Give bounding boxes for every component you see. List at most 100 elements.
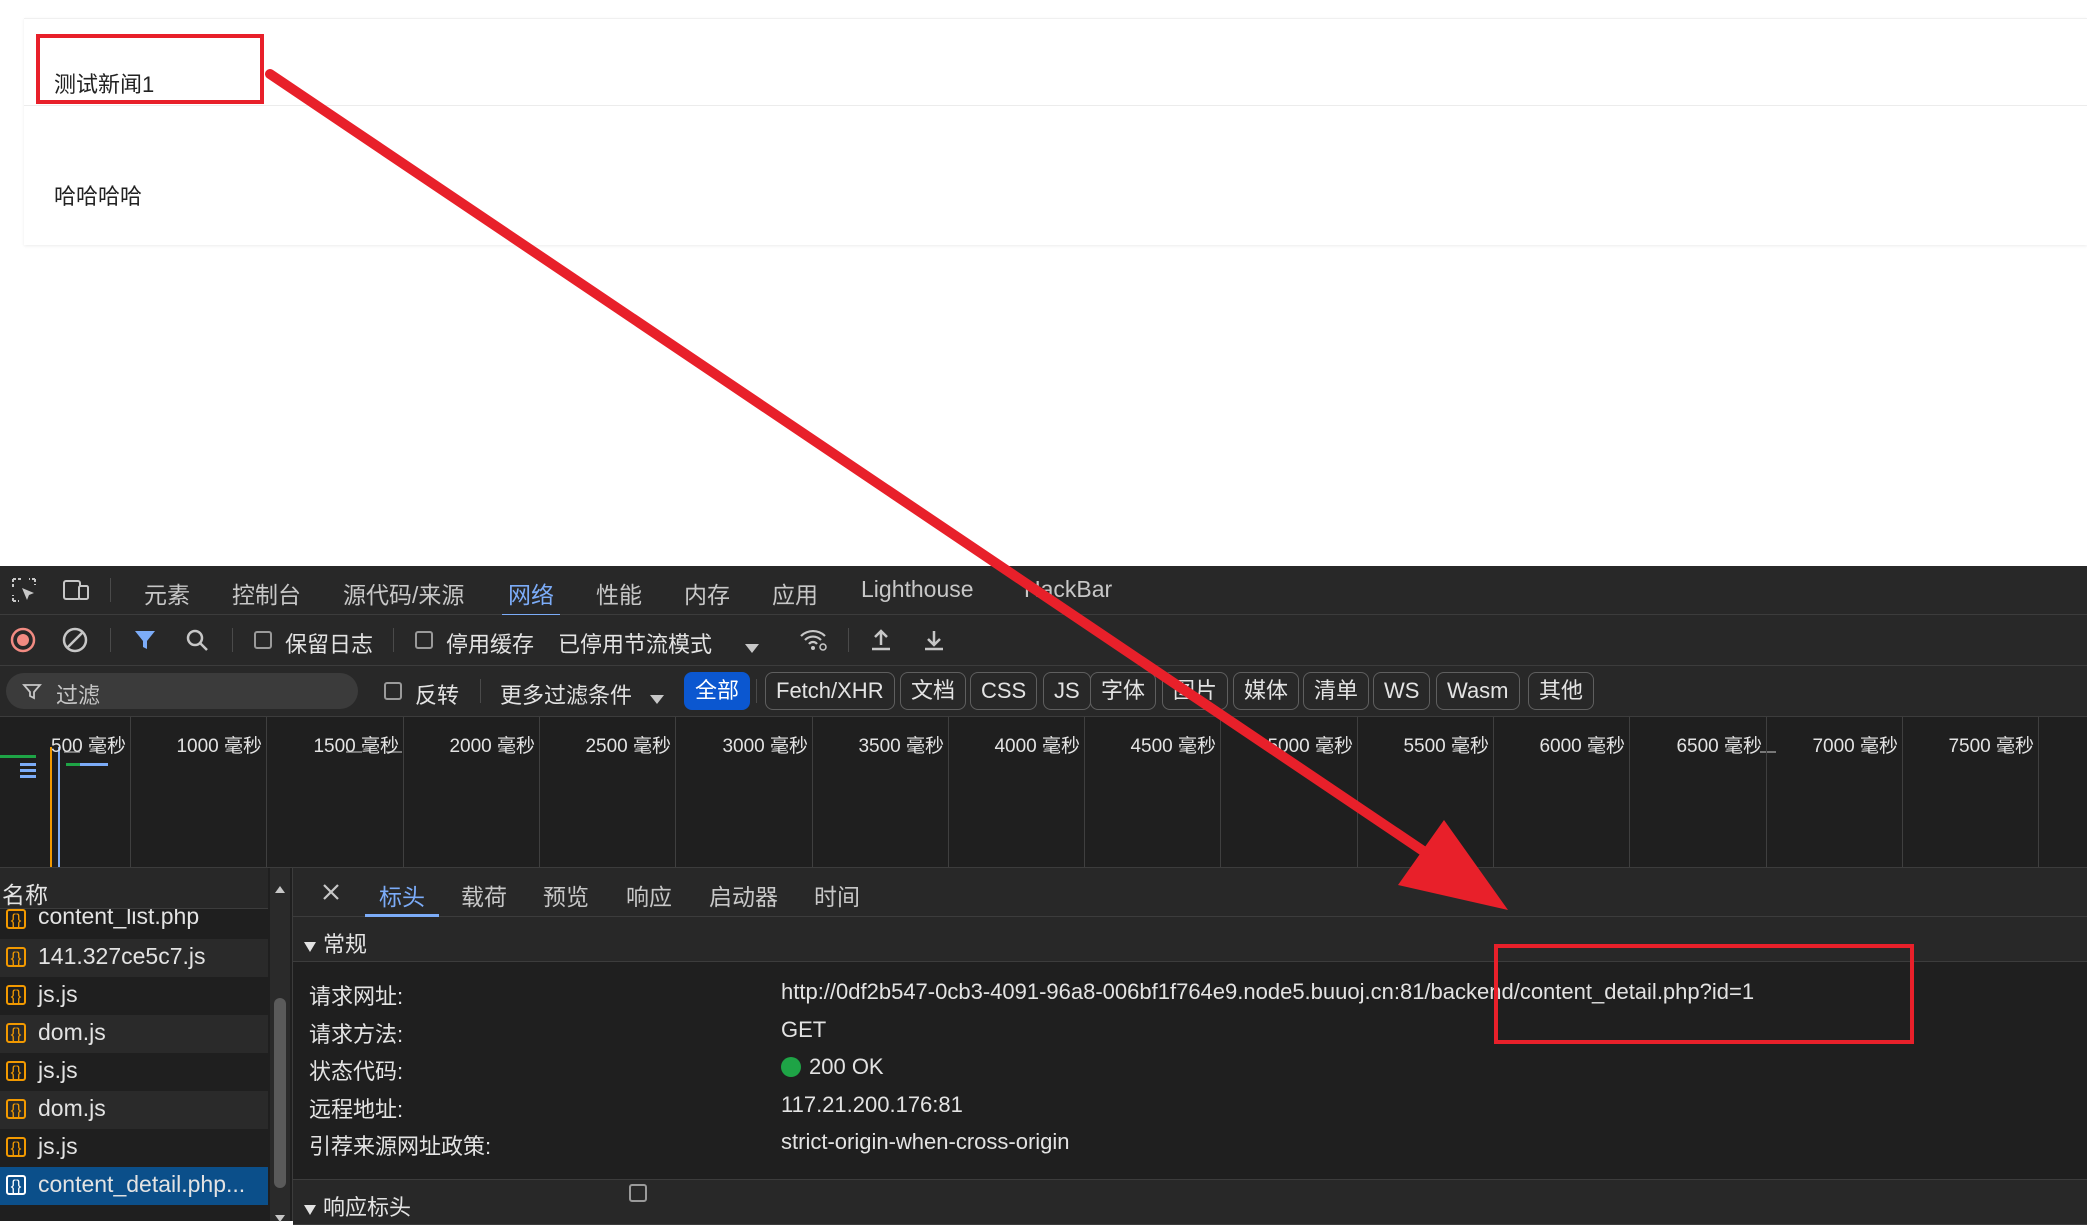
chip-fetch-xhr[interactable]: Fetch/XHR [765, 672, 895, 710]
filter-input[interactable]: 过滤 [6, 673, 358, 709]
timeline-gridline [948, 717, 949, 867]
funnel-icon [22, 682, 42, 708]
tab-elements[interactable]: 元素 [144, 576, 190, 610]
invert-checkbox[interactable] [384, 682, 402, 700]
remote-address-value[interactable]: 117.21.200.176:81 [781, 1092, 963, 1118]
search-icon[interactable] [184, 627, 210, 659]
tab-payload[interactable]: 载荷 [461, 878, 507, 912]
throttling-select[interactable]: 已停用节流模式 [558, 627, 712, 659]
scroll-thumb[interactable] [274, 998, 286, 1188]
list-item[interactable]: {} js.js [0, 1053, 268, 1091]
news-body: 哈哈哈哈 [54, 184, 143, 209]
list-item[interactable]: {} dom.js [0, 1091, 268, 1129]
code-file-icon: {} [6, 909, 26, 929]
timeline-gridline [403, 717, 404, 867]
chip-font[interactable]: 字体 [1090, 672, 1157, 710]
timeline-tick-label: 2500 毫秒 [585, 736, 671, 757]
timeline-tick-label: 4000 毫秒 [994, 736, 1080, 757]
chip-media[interactable]: 媒体 [1233, 672, 1300, 710]
request-list-header[interactable]: 名称 [0, 868, 268, 909]
raw-headers-checkbox[interactable] [629, 1184, 647, 1202]
list-item[interactable]: {} content_list.php [0, 909, 268, 939]
inspect-element-icon[interactable] [10, 576, 38, 604]
filter-placeholder: 过滤 [56, 683, 101, 708]
referrer-policy-label: 引荐来源网址政策: [309, 1134, 492, 1159]
network-toolbar: 保留日志 停用缓存 已停用节流模式 [0, 615, 2087, 666]
chip-wasm[interactable]: Wasm [1436, 672, 1520, 710]
tab-timing[interactable]: 时间 [814, 878, 860, 912]
status-code-value[interactable]: 200 OK [781, 1054, 884, 1080]
clear-icon[interactable] [62, 627, 88, 659]
tab-lighthouse[interactable]: Lighthouse [861, 576, 974, 603]
status-ok-icon [781, 1057, 801, 1077]
record-stop-icon[interactable] [10, 627, 36, 659]
status-code-label: 状态代码: [309, 1059, 404, 1084]
chevron-down-icon[interactable] [649, 686, 665, 712]
tab-preview[interactable]: 预览 [543, 878, 589, 912]
preserve-log-checkbox[interactable] [254, 631, 272, 649]
tab-application[interactable]: 应用 [772, 576, 818, 610]
referrer-policy-value[interactable]: strict-origin-when-cross-origin [781, 1129, 1070, 1155]
chip-other[interactable]: 其他 [1528, 672, 1595, 710]
tab-headers[interactable]: 标头 [365, 878, 439, 917]
tab-memory[interactable]: 内存 [684, 576, 730, 610]
chevron-down-icon[interactable] [744, 635, 760, 661]
devtools-tabbar: 元素 控制台 源代码/来源 网络 性能 内存 应用 Lighthouse Hac… [0, 566, 2087, 617]
network-timeline[interactable]: 500 毫秒 1000 毫秒 1500 毫秒 2000 毫秒 2500 毫秒 3000 毫… [0, 717, 2087, 868]
tab-console[interactable]: 控制台 [232, 576, 301, 610]
tab-sources[interactable]: 源代码/来源 [343, 576, 464, 610]
timeline-gridline [1084, 717, 1085, 867]
timeline-gridline [1629, 717, 1630, 867]
code-file-icon: {} [6, 1023, 26, 1043]
remote-address-label: 远程地址: [309, 1097, 404, 1122]
response-headers-title: 响应标头 [323, 1195, 412, 1220]
more-filters-dropdown[interactable]: 更多过滤条件 [500, 678, 632, 710]
timeline-tick-label: 1000 毫秒 [176, 736, 262, 757]
list-item[interactable]: {} 141.327ce5c7.js [0, 939, 268, 977]
chip-doc[interactable]: 文档 [900, 672, 967, 710]
request-list-scrollbar[interactable] [270, 868, 290, 1222]
response-headers-section-header[interactable]: 响应标头 [293, 1179, 2087, 1225]
timeline-gridline [1357, 717, 1358, 867]
filter-icon[interactable] [132, 627, 158, 659]
code-file-icon: {} [6, 947, 26, 967]
network-conditions-icon[interactable] [798, 627, 828, 659]
timeline-gridline [1493, 717, 1494, 867]
disable-cache-checkbox[interactable] [415, 631, 433, 649]
chip-manifest[interactable]: 清单 [1303, 672, 1370, 710]
detail-tabbar: 标头 载荷 预览 响应 启动器 时间 [293, 868, 2087, 917]
timeline-tick-label: 1500 毫秒 [313, 736, 399, 757]
list-item[interactable]: {} js.js [0, 977, 268, 1015]
timeline-gridline [1902, 717, 1903, 867]
code-file-icon: {} [6, 1099, 26, 1119]
request-detail: 标头 载荷 预览 响应 启动器 时间 常规 请求网址: http://0df2b… [293, 868, 2087, 1225]
scroll-down-icon[interactable] [274, 1204, 286, 1230]
list-item-selected[interactable]: {} content_detail.php... [0, 1167, 268, 1205]
scroll-up-icon[interactable] [274, 874, 286, 900]
close-icon[interactable] [321, 882, 341, 908]
title-highlight-box [36, 34, 264, 104]
chip-css[interactable]: CSS [970, 672, 1038, 710]
tab-response[interactable]: 响应 [626, 878, 672, 912]
name-column-header[interactable]: 名称 [2, 876, 48, 910]
list-item[interactable]: {} dom.js [0, 1015, 268, 1053]
tab-hackbar[interactable]: HackBar [1024, 576, 1112, 603]
timeline-tick-label: 6000 毫秒 [1539, 736, 1625, 757]
export-har-icon[interactable] [921, 627, 947, 659]
chip-ws[interactable]: WS [1373, 672, 1431, 710]
news-card: 测试新闻1 哈哈哈哈 [24, 18, 2087, 245]
tab-network[interactable]: 网络 [502, 576, 560, 617]
timeline-tick-label: 500 毫秒 [51, 736, 126, 757]
chip-img[interactable]: 图片 [1162, 672, 1229, 710]
tab-performance[interactable]: 性能 [596, 576, 642, 610]
list-item[interactable]: {} js.js [0, 1129, 268, 1167]
timeline-gridline [2038, 717, 2039, 867]
tab-initiator[interactable]: 启动器 [709, 878, 778, 912]
chip-all[interactable]: 全部 [684, 672, 751, 710]
device-toolbar-icon[interactable] [62, 576, 90, 604]
import-har-icon[interactable] [868, 627, 894, 659]
request-method-value[interactable]: GET [781, 1017, 826, 1043]
chip-js[interactable]: JS [1043, 672, 1091, 710]
timeline-tick-label: 6500 毫秒 [1676, 736, 1762, 757]
disable-cache-label: 停用缓存 [446, 632, 535, 657]
